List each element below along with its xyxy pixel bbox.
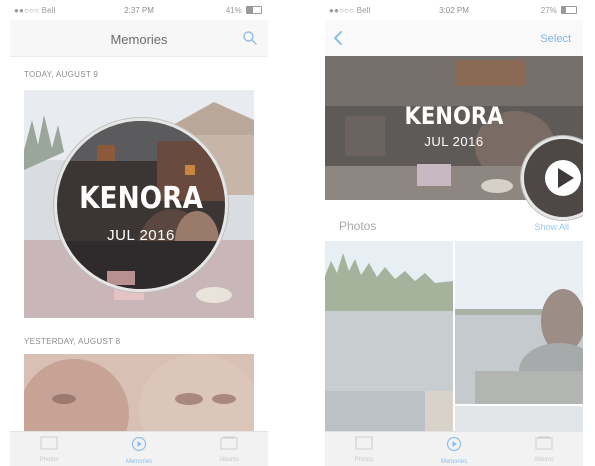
search-icon[interactable] — [242, 30, 258, 46]
status-bar: ●●○○○ Bell 2:37 PM 41% — [10, 0, 268, 20]
photos-icon — [40, 436, 58, 450]
tab-albums[interactable]: Albums — [509, 436, 579, 463]
tab-label: Albums — [218, 457, 239, 463]
section-label-yesterday: YESTERDAY, AUGUST 8 — [24, 337, 121, 346]
battery-percent: 41% — [225, 6, 242, 15]
tab-label: Photos — [354, 457, 374, 463]
show-all-link[interactable]: Show All — [534, 222, 569, 232]
tab-memories[interactable]: Memories — [419, 436, 489, 465]
select-button[interactable]: Select — [540, 33, 571, 45]
photo-thumbnail-lake[interactable] — [325, 241, 453, 441]
tab-bar: Photos Memories Albums — [325, 431, 583, 466]
page-title: Memories — [110, 32, 168, 47]
tab-photos[interactable]: Photos — [329, 436, 399, 463]
tab-photos[interactable]: Photos — [14, 436, 84, 463]
tab-albums[interactable]: Albums — [194, 436, 264, 463]
photos-section-header: Photos Show All — [325, 214, 583, 238]
memory-cover-photo — [24, 354, 254, 436]
battery-indicator: 41% — [226, 6, 262, 15]
memory-detail-screen: ●●○○○ Bell 3:02 PM 27% Select KENORA JUL… — [325, 0, 583, 466]
navigation-bar: Select — [325, 20, 583, 57]
tab-label: Photos — [39, 457, 59, 463]
photo-image — [455, 241, 583, 404]
battery-indicator: 27% — [541, 6, 577, 15]
memory-date: JUL 2016 — [107, 227, 175, 244]
battery-percent: 27% — [540, 6, 557, 15]
memory-title-badge: KENORA JUL 2016 — [54, 118, 228, 292]
memory-card-kenora[interactable]: KENORA JUL 2016 — [24, 90, 254, 318]
tab-memories[interactable]: Memories — [104, 436, 174, 465]
battery-icon — [246, 6, 262, 14]
memories-icon — [131, 436, 147, 452]
photos-section-title: Photos — [339, 219, 377, 233]
memories-screen: ●●○○○ Bell 2:37 PM 41% Memories TODAY, A… — [10, 0, 268, 466]
memories-icon — [446, 436, 462, 452]
albums-icon — [220, 436, 238, 450]
section-label-today: TODAY, AUGUST 9 — [24, 70, 99, 79]
memory-title: KENORA — [79, 181, 203, 216]
photo-image — [325, 241, 453, 441]
battery-icon — [561, 6, 577, 14]
tab-label: Memories — [125, 459, 153, 465]
photo-thumbnail-boat[interactable] — [455, 241, 583, 404]
albums-icon — [535, 436, 553, 450]
photos-icon — [355, 436, 373, 450]
tab-label: Albums — [533, 457, 554, 463]
status-bar: ●●○○○ Bell 3:02 PM 27% — [325, 0, 583, 20]
play-icon — [524, 139, 583, 217]
chevron-left-icon[interactable] — [331, 30, 345, 46]
memory-card-yesterday[interactable] — [24, 354, 254, 436]
memory-title: KENORA — [404, 102, 504, 130]
tab-bar: Photos Memories Albums — [10, 431, 268, 466]
navigation-bar: Memories — [10, 20, 268, 57]
tab-label: Memories — [440, 459, 468, 465]
